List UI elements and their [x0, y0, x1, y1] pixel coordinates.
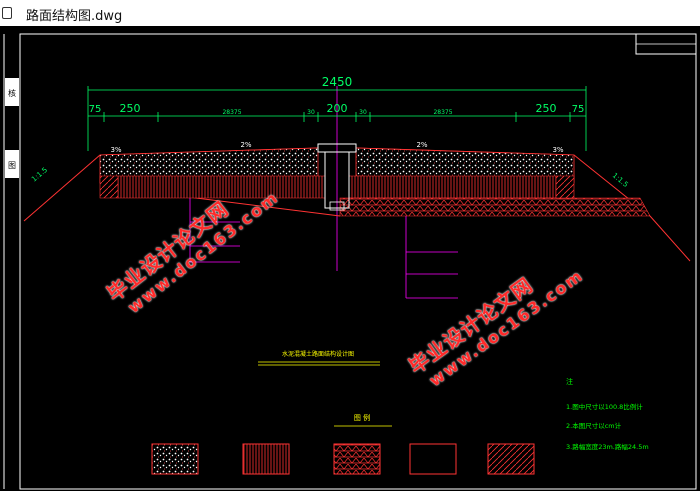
dim-center: 200 — [327, 102, 348, 115]
legend-title: 图 例 — [354, 413, 370, 422]
legend-gravel — [151, 443, 199, 475]
slope-right-lane: 2% — [416, 141, 427, 149]
dim-left-inner: 28375 — [222, 109, 241, 116]
slope-left-shoulder: 3% — [110, 146, 121, 154]
cad-drawing: 核 图 2450 75 250 28375 30 200 30 28375 25… — [3, 33, 697, 490]
dim-right-outer-small: 75 — [572, 104, 585, 115]
notes-item-1: 1.图中尺寸以100.8比例计 — [566, 402, 643, 411]
legend-empty — [409, 443, 457, 475]
notes-item-2: 2.本图尺寸以cm计 — [566, 421, 622, 430]
window-titlebar: 路面结构图.dwg — [0, 0, 700, 27]
drawing-canvas[interactable]: 核 图 2450 75 250 28375 30 200 30 28375 25… — [0, 26, 700, 491]
left-shoulder-block — [99, 175, 119, 199]
legend-hatch — [487, 443, 535, 475]
legend-triangles — [333, 443, 381, 475]
right-subbase-layer — [339, 197, 651, 217]
dim-total: 2450 — [322, 75, 353, 89]
dim-left-outer: 250 — [120, 102, 141, 115]
right-base-layer — [348, 175, 557, 199]
dim-right-small: 30 — [359, 109, 367, 116]
document-icon — [2, 7, 12, 19]
dim-right-inner: 28375 — [433, 109, 452, 116]
legend-vlines — [242, 443, 290, 475]
slope-right-shoulder: 3% — [552, 146, 563, 154]
slope-left-side: 1:1.5 — [30, 166, 49, 184]
window-title: 路面结构图.dwg — [26, 9, 123, 24]
slope-left-lane: 2% — [240, 141, 251, 149]
dim-left-outer-small: 75 — [89, 104, 102, 115]
notes-item-3: 3.路幅宽度23m.路幅24.5m — [566, 442, 649, 451]
review-stamp-text: 核 — [8, 88, 16, 98]
dim-right-outer: 250 — [536, 102, 557, 115]
design-title: 水泥混凝土路面结构设计图 — [282, 350, 354, 358]
dim-left-small: 30 — [307, 109, 315, 116]
approve-stamp-text: 图 — [8, 161, 16, 170]
right-shoulder-block — [555, 175, 575, 199]
notes-heading: 注 — [566, 377, 573, 386]
